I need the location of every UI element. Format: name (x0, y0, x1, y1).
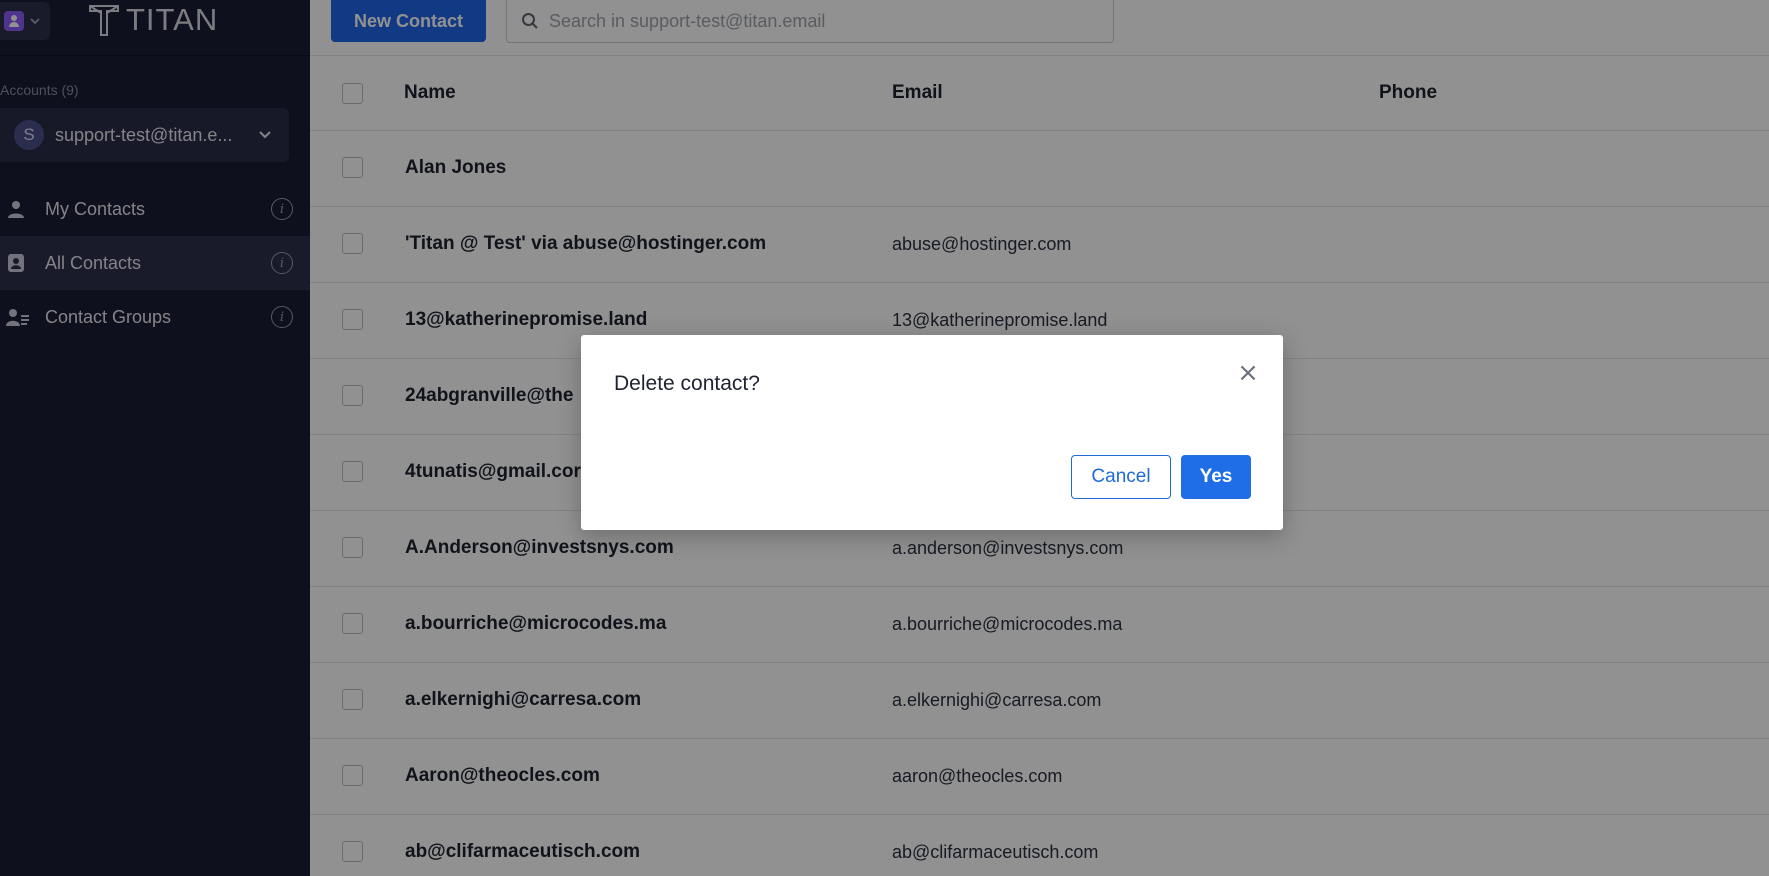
delete-contact-dialog: Delete contact? × Cancel Yes (581, 335, 1283, 530)
dialog-title: Delete contact? (614, 372, 760, 395)
confirm-yes-button[interactable]: Yes (1181, 455, 1251, 499)
close-icon[interactable]: × (1236, 360, 1260, 386)
cancel-button[interactable]: Cancel (1071, 455, 1171, 499)
